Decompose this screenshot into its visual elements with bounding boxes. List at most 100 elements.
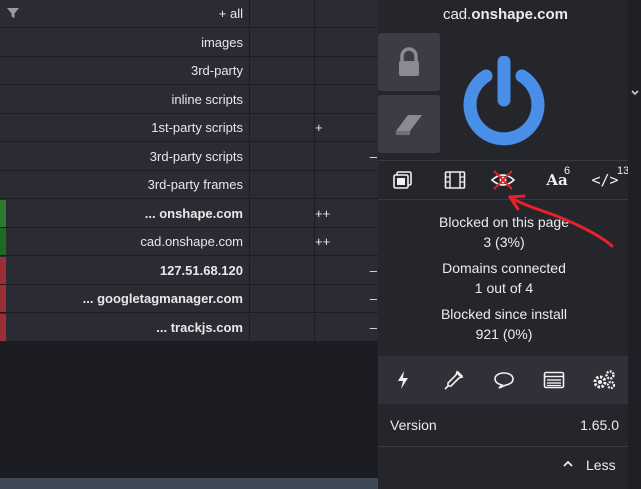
empty-area	[0, 342, 378, 489]
chevron-up-icon	[563, 460, 573, 467]
filter-row[interactable]: 3rd-party	[0, 57, 378, 85]
less-toggle[interactable]: Less	[558, 455, 620, 475]
local-rule-cell[interactable]: –	[314, 143, 378, 170]
local-rule-cell[interactable]	[314, 29, 378, 56]
rule-indicator: –	[369, 319, 377, 335]
global-rule-cell[interactable]	[249, 285, 315, 312]
rule-indicator: –	[369, 262, 377, 278]
comment-icon	[494, 372, 514, 389]
filter-row[interactable]: cad.onshape.com ++	[0, 228, 378, 256]
background-strip	[0, 478, 420, 489]
filter-row[interactable]: ... googletagmanager.com –	[0, 285, 378, 313]
global-rule-cell[interactable]	[249, 171, 315, 198]
no-cosmetic-filtering-switch[interactable]	[478, 161, 528, 199]
filter-row[interactable]: 3rd-party scripts –	[0, 142, 378, 171]
filter-row-host: ... trackjs.com	[156, 319, 243, 335]
filter-row[interactable]: + all	[0, 0, 378, 28]
no-remote-fonts-switch[interactable]: Aa 6	[532, 161, 582, 199]
popup-panel: cad.onshape.com Aa 6 </> 13 Blocked on t…	[378, 0, 641, 489]
no-scripting-switch[interactable]: </> 13	[580, 161, 630, 199]
global-rule-cell[interactable]	[249, 142, 315, 170]
dashboard-button[interactable]	[579, 356, 629, 404]
filter-row[interactable]: ... onshape.com ++	[0, 199, 378, 228]
divider	[378, 446, 641, 447]
filter-row-host: + all	[218, 6, 243, 21]
eraser-button[interactable]	[378, 95, 440, 153]
local-rule-cell[interactable]: ++	[314, 228, 378, 255]
filter-row[interactable]: 127.51.68.120 –	[0, 256, 378, 285]
title-domain: onshape.com	[471, 6, 569, 23]
popup-block-icon	[393, 171, 412, 189]
local-rule-cell[interactable]: –	[314, 257, 378, 284]
version-label: Version	[390, 417, 437, 433]
popup-title: cad.onshape.com	[378, 0, 633, 30]
filter-row[interactable]: 3rd-party frames	[0, 171, 378, 199]
dynamic-filter-table: + all images 3rd-party inline scripts 1st-pa…	[0, 0, 378, 342]
filter-row-host: 3rd-party scripts	[149, 148, 243, 164]
element-picker-button[interactable]	[429, 356, 479, 404]
less-label: Less	[586, 457, 616, 473]
filter-row[interactable]: images	[0, 28, 378, 57]
filter-row-host: ... onshape.com	[144, 205, 243, 221]
filter-row-host: 127.51.68.120	[159, 262, 243, 278]
lightning-icon	[398, 371, 408, 389]
scripts-icon: </>	[591, 171, 619, 189]
report-button[interactable]	[479, 356, 529, 404]
picker-icon	[444, 370, 464, 390]
fonts-count: 6	[564, 165, 571, 177]
no-popups-switch[interactable]	[378, 161, 428, 199]
filter-row-host: cad.onshape.com	[140, 234, 243, 249]
filter-row-host: ... googletagmanager.com	[82, 291, 243, 306]
global-rule-cell[interactable]	[249, 228, 315, 255]
chevron-down-icon[interactable]	[630, 88, 640, 98]
global-rule-cell[interactable]	[249, 114, 315, 141]
logger-icon	[543, 371, 565, 389]
scrollbar[interactable]	[628, 0, 641, 489]
filter-row[interactable]: ... trackjs.com –	[0, 313, 378, 342]
no-large-media-switch[interactable]	[430, 161, 480, 199]
cosmetic-filter-icon	[490, 170, 516, 190]
version-value: 1.65.0	[580, 417, 619, 433]
local-rule-cell[interactable]: +	[314, 114, 378, 141]
lock-icon	[399, 47, 419, 76]
global-rule-cell[interactable]	[249, 57, 315, 84]
local-rule-cell[interactable]	[314, 86, 378, 113]
blocked-page-value: 3 (3%)	[483, 234, 525, 250]
local-rule-cell[interactable]: –	[314, 285, 378, 312]
global-rule-cell[interactable]	[249, 313, 315, 341]
power-icon[interactable]	[458, 56, 550, 148]
stats-panel: Blocked on this page 3 (3%) Domains conn…	[378, 212, 630, 350]
filter-row-host: inline scripts	[171, 91, 243, 107]
domains-connected-value: 1 out of 4	[474, 280, 534, 296]
global-rule-cell[interactable]	[249, 85, 315, 113]
local-rule-cell[interactable]	[314, 0, 378, 27]
filter-row-host: 1st-party scripts	[151, 120, 243, 135]
filter-row[interactable]: inline scripts	[0, 85, 378, 114]
local-rule-cell[interactable]: ++	[314, 200, 378, 227]
filter-row-host: 3rd-party frames	[147, 177, 243, 192]
rule-indicator: +	[315, 120, 323, 135]
rule-indicator: ++	[315, 234, 331, 249]
filter-row[interactable]: 1st-party scripts +	[0, 114, 378, 142]
rule-indicator: –	[369, 291, 377, 306]
local-rule-cell[interactable]: –	[314, 314, 378, 341]
global-rule-cell[interactable]	[249, 256, 315, 284]
global-rule-cell[interactable]	[249, 28, 315, 56]
blocked-install-value: 921 (0%)	[475, 326, 533, 342]
filter-row-host: images	[201, 34, 243, 50]
title-subdomain: cad.	[442, 6, 472, 23]
version-row: Version 1.65.0	[390, 414, 619, 436]
logger-button[interactable]	[529, 356, 579, 404]
blocked-page-label: Blocked on this page	[439, 214, 569, 230]
settings-icon	[593, 370, 616, 390]
toolbar-actions	[378, 356, 641, 404]
per-site-switches: Aa 6 </> 13	[378, 160, 641, 200]
lock-button[interactable]	[378, 33, 440, 91]
lightning-button[interactable]	[378, 356, 428, 404]
global-rule-cell[interactable]	[249, 199, 315, 227]
local-rule-cell[interactable]	[314, 171, 378, 198]
global-rule-cell[interactable]	[249, 0, 315, 27]
rule-indicator: –	[369, 148, 377, 164]
local-rule-cell[interactable]	[314, 57, 378, 84]
eraser-icon	[396, 115, 422, 135]
